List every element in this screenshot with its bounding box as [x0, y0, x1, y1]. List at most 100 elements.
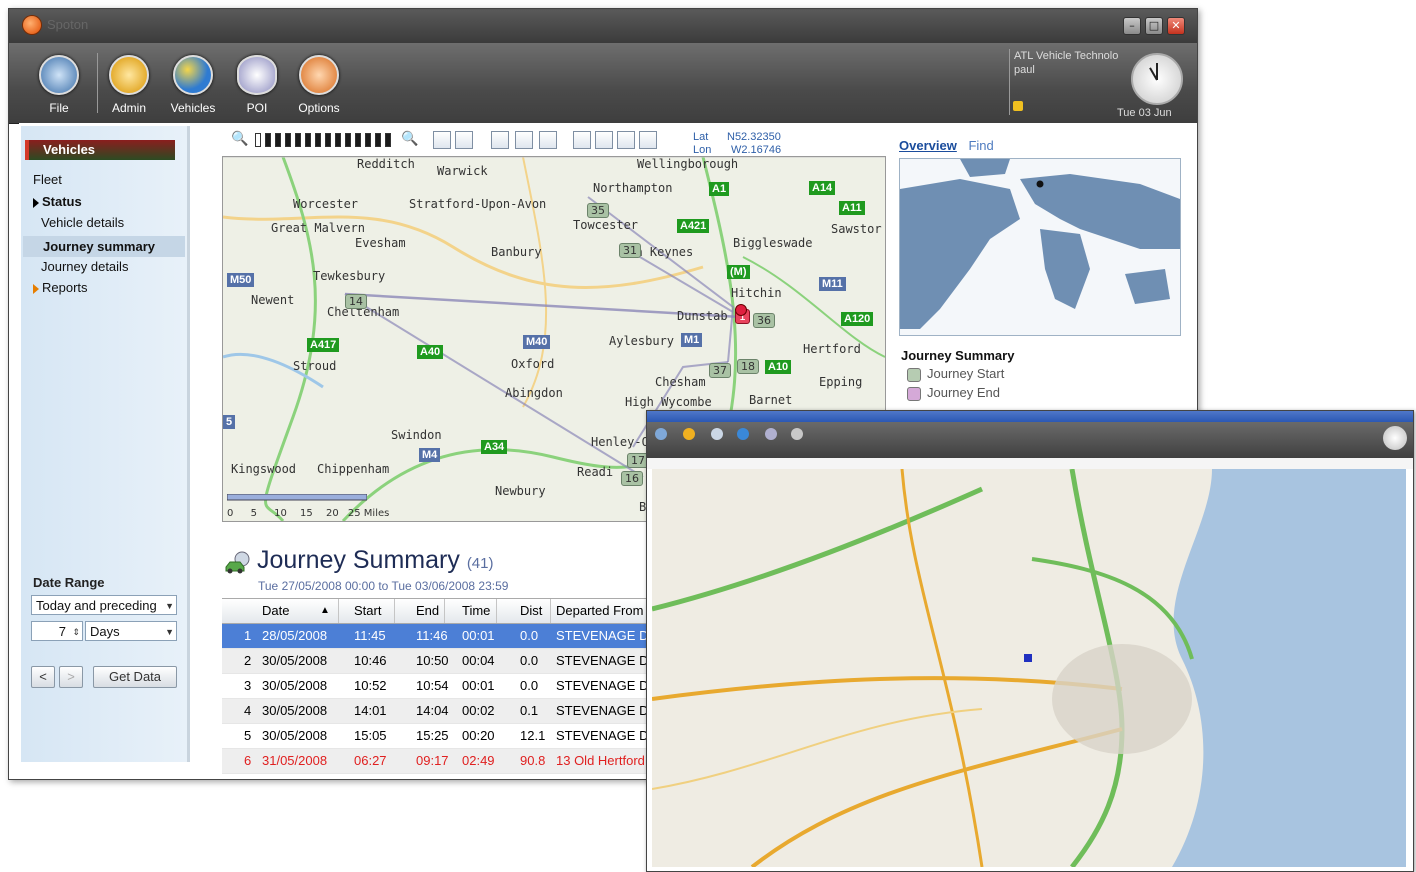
zoom-level-cell[interactable]	[325, 133, 331, 147]
sidebar-item-status[interactable]: Status	[33, 194, 82, 209]
zoom-level-cell[interactable]	[355, 133, 361, 147]
sidebar-item-reports-label: Reports	[42, 280, 88, 295]
search-tool-icon[interactable]	[491, 131, 509, 149]
zoom-level-cell[interactable]	[335, 133, 341, 147]
globe-icon	[737, 428, 749, 440]
company-name: ATL Vehicle Technolo	[1014, 50, 1119, 62]
table-row[interactable]: 1 28/05/2008 11:45 11:46 00:01 0.0 STEVENAGE D…	[222, 624, 675, 649]
sidebar-item-vehicle-details[interactable]: Vehicle details	[41, 215, 124, 230]
zoom-in-icon[interactable]: 🔍	[401, 131, 418, 147]
road-label: A34	[481, 440, 508, 454]
minimize-button[interactable]: –	[1123, 17, 1141, 35]
label-tool-icon[interactable]	[539, 131, 557, 149]
toolbar-file-button[interactable]: File	[27, 51, 91, 115]
zoom-level-cell[interactable]	[265, 133, 271, 147]
journey-pin[interactable]: 18	[737, 359, 759, 374]
spinner-icon[interactable]: ⇕	[72, 622, 80, 642]
scale-15: 15	[300, 508, 313, 519]
zoom-out-icon[interactable]: 🔍	[231, 131, 248, 147]
sidebar-item-journey-summary[interactable]: Journey summary	[23, 236, 185, 257]
refresh-icon[interactable]	[595, 131, 613, 149]
cell-start: 11:45	[354, 628, 386, 643]
journey-pin[interactable]: 16	[621, 471, 643, 486]
summary-count: (41)	[466, 555, 494, 572]
maximize-button[interactable]: □	[1145, 17, 1163, 35]
window-tool-icon[interactable]	[639, 131, 657, 149]
cell-n: 4	[244, 703, 252, 718]
col-dist[interactable]: Dist	[520, 603, 542, 618]
zoom-level-cell[interactable]	[385, 133, 391, 147]
town-label: Newbury	[495, 484, 546, 498]
cell-end: 11:46	[416, 628, 448, 643]
lock-icon[interactable]	[1013, 101, 1023, 111]
town-label: Readi	[577, 465, 614, 479]
col-date[interactable]: Date	[262, 603, 289, 618]
tab-overview[interactable]: Overview	[899, 138, 957, 153]
zoom-level-cell[interactable]	[365, 133, 371, 147]
sort-ascending-icon[interactable]: ▲	[320, 605, 330, 616]
inset-map[interactable]	[652, 469, 1406, 867]
journey-pin[interactable]: 14	[345, 294, 367, 309]
toolbar-vehicles-label: Vehicles	[170, 101, 216, 115]
town-label: Abingdon	[505, 386, 563, 400]
zoom-level-cell[interactable]	[275, 133, 281, 147]
table-row[interactable]: 4 30/05/2008 14:01 14:04 00:02 0.1 STEVENAGE D…	[222, 699, 675, 724]
vehicle-marker-icon[interactable]	[735, 304, 747, 316]
range-select[interactable]: Today and preceding ▼	[31, 595, 177, 615]
clock-tool-icon[interactable]	[617, 131, 635, 149]
zoom-level-cell[interactable]	[255, 133, 261, 147]
sidebar-item-fleet[interactable]: Fleet	[33, 172, 62, 187]
col-end[interactable]: End	[416, 603, 439, 618]
journey-pin[interactable]: 36	[753, 313, 775, 328]
prev-button[interactable]: <	[31, 666, 55, 688]
copy-icon[interactable]	[573, 131, 591, 149]
zoom-level-cell[interactable]	[305, 133, 311, 147]
world-map-graphic	[900, 159, 1180, 335]
world-overview-map[interactable]	[899, 158, 1181, 336]
count-stepper[interactable]: 7 ⇕	[31, 621, 83, 641]
col-time[interactable]: Time	[462, 603, 490, 618]
journey-pin[interactable]: 31	[619, 243, 641, 258]
road-label: A120	[841, 312, 874, 326]
table-row[interactable]: 6 31/05/2008 06:27 09:17 02:49 90.8 13 Old Her…	[222, 749, 662, 774]
col-departed-from[interactable]: Departed From	[556, 603, 643, 618]
table-row[interactable]: 2 30/05/2008 10:46 10:50 00:04 0.0 STEVENAGE D…	[222, 649, 675, 674]
options-icon	[299, 55, 339, 95]
next-button[interactable]: >	[59, 666, 83, 688]
journey-pin[interactable]: 37	[709, 363, 731, 378]
toolbar-vehicles-button[interactable]: Vehicles	[161, 51, 225, 115]
col-start[interactable]: Start	[354, 603, 381, 618]
get-data-button[interactable]: Get Data	[93, 666, 177, 688]
sidebar-item-reports[interactable]: Reports	[33, 280, 88, 295]
road-label: A14	[809, 181, 836, 195]
table-row[interactable]: 3 30/05/2008 10:52 10:54 00:01 0.0 STEVENAGE D…	[222, 674, 675, 699]
select-tool-icon[interactable]	[433, 131, 451, 149]
table-row[interactable]: 5 30/05/2008 15:05 15:25 00:20 12.1 STEVENAGE …	[222, 724, 675, 749]
zoom-level-cell[interactable]	[295, 133, 301, 147]
close-button[interactable]: ✕	[1167, 17, 1185, 35]
lat-label: Lat	[693, 131, 709, 143]
toolbar-admin-button[interactable]: Admin	[97, 51, 161, 115]
inset-map-graphic	[652, 469, 1406, 867]
zoom-level-cell[interactable]	[345, 133, 351, 147]
town-label: Worcester	[293, 197, 359, 211]
lon-label: Lon	[693, 144, 712, 156]
sidebar-item-journey-details[interactable]: Journey details	[41, 259, 128, 274]
tab-find[interactable]: Find	[968, 138, 993, 153]
unit-select[interactable]: Days ▼	[85, 621, 177, 641]
user-name: paul	[1014, 64, 1035, 76]
toolbar-poi-button[interactable]: POI	[225, 51, 289, 115]
zoom-level-cell[interactable]	[285, 133, 291, 147]
cell-dist: 0.0	[520, 653, 539, 668]
town-label: Oxford	[511, 357, 555, 371]
town-label: Tewkesbury	[313, 269, 386, 283]
town-label: Sawstor	[831, 222, 882, 236]
toolbar-options-button[interactable]: Options	[287, 51, 351, 115]
grid-tool-icon[interactable]	[515, 131, 533, 149]
cell-end: 15:25	[416, 728, 449, 743]
pan-hand-icon[interactable]	[455, 131, 473, 149]
road-label: A11	[839, 201, 865, 215]
zoom-level-cell[interactable]	[375, 133, 381, 147]
journey-pin[interactable]: 35	[587, 203, 609, 218]
zoom-level-cell[interactable]	[315, 133, 321, 147]
